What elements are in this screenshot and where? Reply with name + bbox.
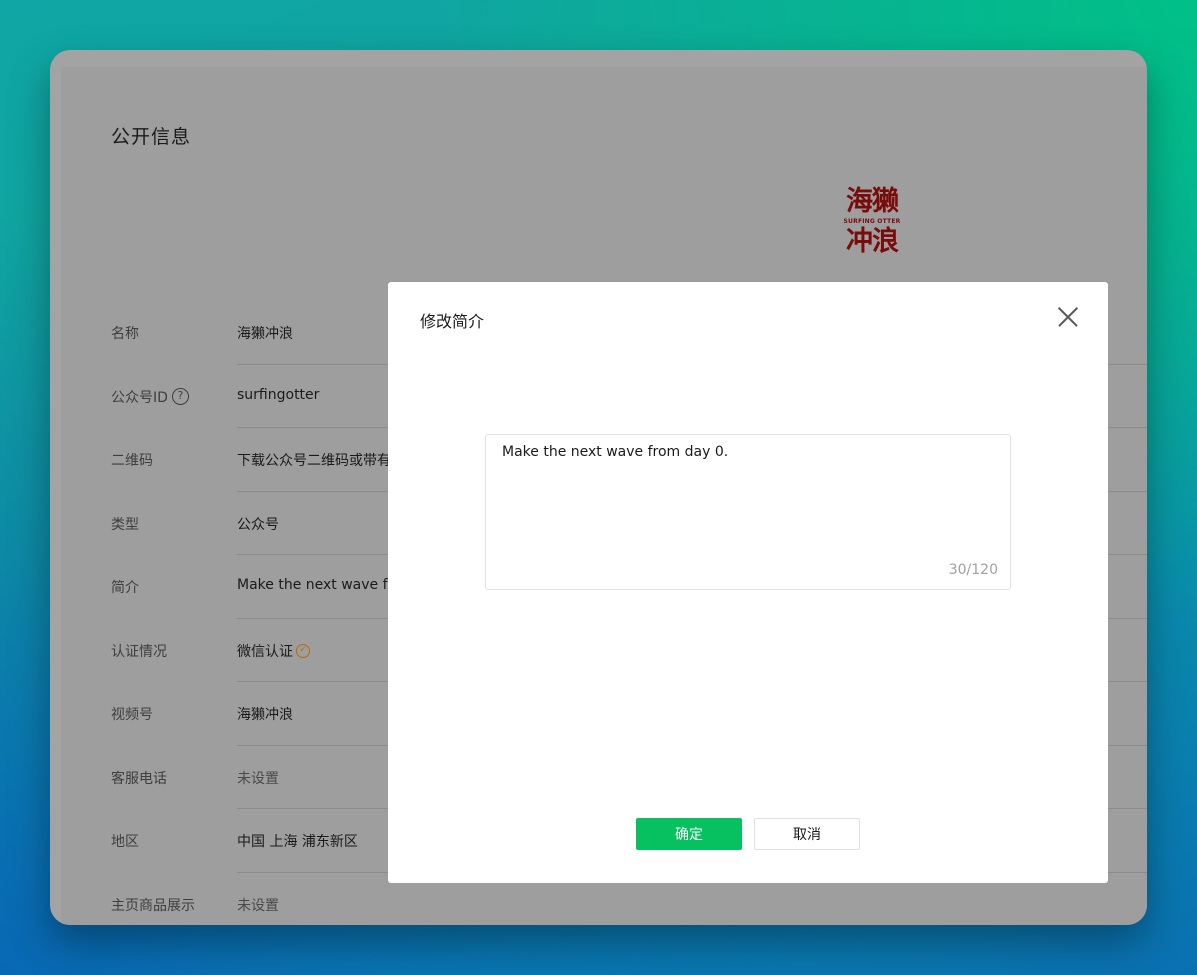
- edit-intro-dialog: 修改简介 Make the next wave from day 0. 30/1…: [388, 282, 1108, 883]
- check-circle-icon: ✓: [296, 643, 310, 658]
- info-value: Make the next wave from: [237, 577, 399, 593]
- account-logo[interactable]: 海獭 SURFING OTTER 冲浪: [840, 187, 904, 267]
- section-title: 公开信息: [111, 126, 192, 148]
- info-label: 认证情况: [111, 643, 167, 660]
- info-value-wrap: 微信认证 ✓: [237, 641, 310, 661]
- info-label: 类型: [111, 516, 139, 533]
- cancel-button[interactable]: 取消: [754, 818, 860, 850]
- confirm-button[interactable]: 确定: [636, 818, 742, 850]
- question-circle-icon[interactable]: ?: [171, 388, 189, 405]
- info-label: 地区: [111, 834, 139, 850]
- info-value: 未设置: [237, 770, 279, 787]
- info-value: 海獭冲浪: [237, 326, 293, 342]
- info-value: 微信认证: [237, 643, 293, 660]
- intro-textarea-wrapper: Make the next wave from day 0. 30/120: [485, 434, 1011, 590]
- info-label: 主页商品展示: [111, 897, 195, 914]
- char-counter: 30/120: [948, 562, 998, 578]
- logo-text-bottom: 冲浪: [846, 226, 899, 257]
- info-value: 海獭冲浪: [237, 707, 293, 723]
- info-value: surfingotter: [237, 386, 320, 403]
- info-value: 中国 上海 浦东新区: [237, 834, 358, 850]
- info-value[interactable]: 下载公众号二维码或带有搜: [237, 450, 399, 470]
- info-label: 视频号: [111, 707, 153, 723]
- dialog-title: 修改简介: [420, 312, 485, 331]
- info-value: 公众号: [237, 516, 279, 533]
- info-value: 未设置: [237, 897, 279, 914]
- info-label: 客服电话: [111, 770, 167, 787]
- info-label: 二维码: [111, 453, 153, 469]
- close-icon[interactable]: [1058, 307, 1078, 327]
- info-label: 名称: [111, 326, 139, 342]
- info-label: 公众号ID: [111, 389, 168, 406]
- info-label-wrap: 公众号ID ?: [111, 387, 189, 407]
- info-label: 简介: [111, 580, 139, 596]
- logo-text-top: 海獭: [846, 186, 899, 217]
- intro-textarea[interactable]: Make the next wave from day 0.: [502, 444, 994, 554]
